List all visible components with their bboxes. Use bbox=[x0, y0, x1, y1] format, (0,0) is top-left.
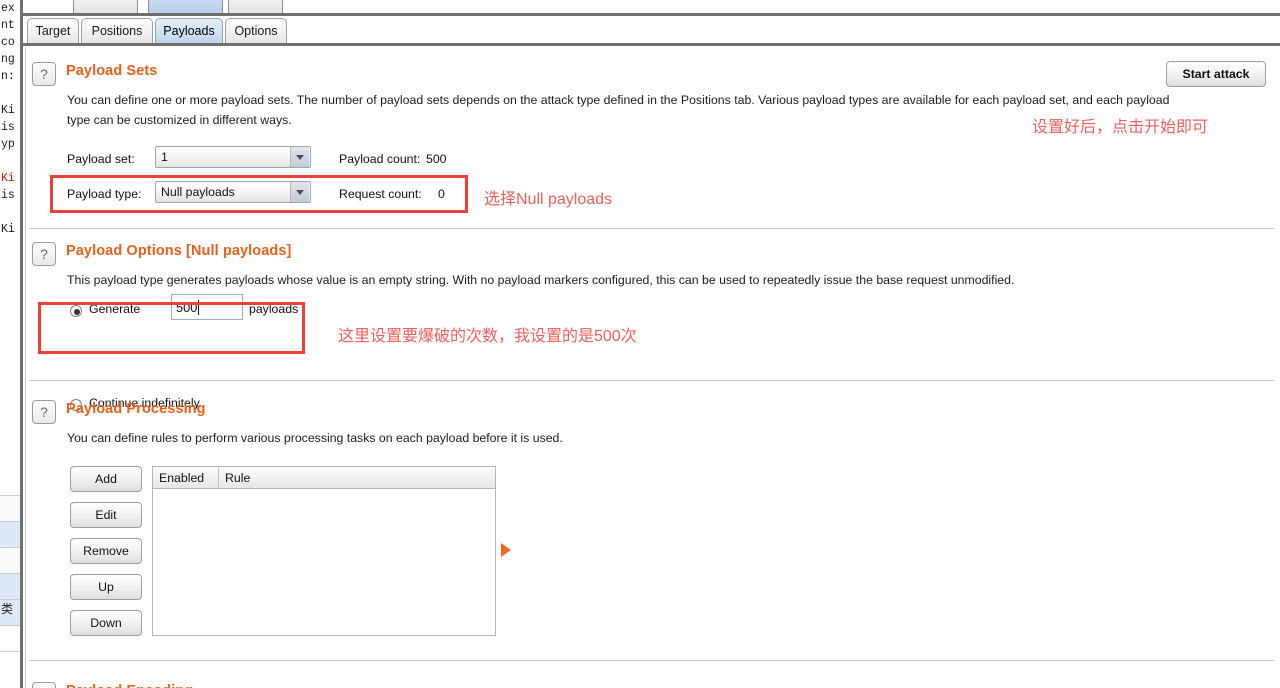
payload-set-value: 1 bbox=[161, 150, 168, 164]
outer-tab-2-selected[interactable] bbox=[148, 0, 223, 14]
help-icon[interactable]: ? bbox=[32, 62, 56, 86]
expand-arrow-icon[interactable] bbox=[501, 543, 511, 557]
gutter-spacer bbox=[0, 204, 20, 221]
gutter-line: nt bbox=[1, 19, 15, 32]
payloads-panel: ? Payload Sets You can define one or mor… bbox=[25, 48, 1280, 688]
tab-options[interactable]: Options bbox=[225, 18, 287, 43]
payload-set-select[interactable]: 1 bbox=[155, 146, 311, 168]
chevron-down-icon[interactable] bbox=[290, 147, 309, 167]
gutter-band bbox=[0, 626, 20, 652]
gutter-line: is bbox=[1, 121, 15, 134]
request-count-value: 0 bbox=[438, 187, 445, 201]
add-rule-button[interactable]: Add bbox=[70, 466, 142, 492]
payload-type-select[interactable]: Null payloads bbox=[155, 181, 311, 203]
gutter-band-label: 类 bbox=[0, 600, 20, 626]
help-icon[interactable]: ? bbox=[32, 400, 56, 424]
gutter-line: yp bbox=[1, 138, 15, 151]
move-rule-down-button[interactable]: Down bbox=[70, 610, 142, 636]
gutter-line: n: bbox=[1, 70, 15, 83]
outer-tab-3[interactable] bbox=[228, 0, 283, 14]
gutter-line: co bbox=[1, 36, 15, 49]
gutter-line: ng bbox=[1, 53, 15, 66]
generate-radio[interactable] bbox=[70, 305, 82, 317]
payload-tab-bar: Target Positions Payloads Options bbox=[25, 18, 1280, 43]
annotation-payload-type-note: 选择Null payloads bbox=[484, 191, 613, 208]
chevron-down-icon[interactable] bbox=[290, 182, 309, 202]
gutter-line: ex bbox=[1, 2, 15, 15]
generate-count-value: 500 bbox=[176, 299, 198, 315]
outer-tab-1[interactable] bbox=[73, 0, 138, 14]
tab-bar-rule bbox=[23, 43, 1280, 46]
generate-count-input[interactable]: 500 bbox=[171, 294, 243, 320]
request-count-label: Request count: bbox=[339, 187, 422, 201]
payload-processing-title: Payload Processing bbox=[66, 401, 206, 417]
tab-positions[interactable]: Positions bbox=[81, 18, 153, 43]
remove-rule-button[interactable]: Remove bbox=[70, 538, 142, 564]
left-gutter-lower-panel: 类 bbox=[0, 470, 20, 688]
edit-rule-button[interactable]: Edit bbox=[70, 502, 142, 528]
rules-table-body[interactable] bbox=[153, 489, 495, 635]
move-rule-up-button[interactable]: Up bbox=[70, 574, 142, 600]
start-attack-button[interactable]: Start attack bbox=[1166, 61, 1266, 87]
tab-payloads[interactable]: Payloads bbox=[155, 18, 223, 43]
help-icon[interactable]: ? bbox=[32, 242, 56, 266]
gutter-line: Ki bbox=[1, 223, 15, 236]
column-header-rule[interactable]: Rule bbox=[219, 467, 250, 488]
payload-sets-title: Payload Sets bbox=[66, 63, 158, 79]
gutter-spacer bbox=[0, 153, 20, 170]
payload-count-value: 500 bbox=[426, 152, 447, 166]
gutter-band bbox=[0, 470, 20, 496]
payload-type-value: Null payloads bbox=[161, 185, 235, 199]
tab-target[interactable]: Target bbox=[27, 18, 79, 43]
gutter-line: Ki bbox=[1, 104, 15, 117]
application-window: ex nt co ng n: Ki is yp Ki is Ki 类 Targe… bbox=[0, 0, 1280, 688]
help-icon[interactable]: ? bbox=[32, 682, 56, 688]
gutter-line: is bbox=[1, 189, 15, 202]
gutter-line: Ki bbox=[1, 172, 15, 185]
annotation-start-attack-note: 设置好后，点击开始即可 bbox=[1032, 119, 1209, 136]
section-divider bbox=[29, 660, 1274, 661]
section-divider bbox=[29, 228, 1274, 229]
column-header-enabled[interactable]: Enabled bbox=[153, 467, 219, 488]
payload-type-label: Payload type: bbox=[67, 187, 142, 201]
payloads-label: payloads bbox=[249, 302, 299, 316]
payload-sets-description: You can define one or more payload sets.… bbox=[67, 93, 1170, 127]
payload-encoding-title: Payload Encoding bbox=[66, 683, 193, 688]
gutter-band bbox=[0, 548, 20, 574]
payload-options-description: This payload type generates payloads who… bbox=[67, 273, 1015, 287]
annotation-generate-count-note: 这里设置要爆破的次数，我设置的是500次 bbox=[338, 328, 637, 345]
gutter-spacer bbox=[0, 85, 20, 102]
gutter-band bbox=[0, 574, 20, 600]
payload-processing-description: You can define rules to perform various … bbox=[67, 431, 563, 445]
payload-options-title: Payload Options [Null payloads] bbox=[66, 243, 292, 259]
outer-tab-strip bbox=[23, 0, 1280, 14]
rules-table-header: Enabled Rule bbox=[153, 467, 495, 489]
generate-label: Generate bbox=[89, 302, 141, 316]
payload-count-label: Payload count: bbox=[339, 152, 421, 166]
payload-processing-rules-table[interactable]: Enabled Rule bbox=[152, 466, 496, 636]
payload-set-label: Payload set: bbox=[67, 152, 135, 166]
gutter-band bbox=[0, 496, 20, 522]
gutter-band bbox=[0, 522, 20, 548]
section-divider bbox=[29, 380, 1274, 381]
